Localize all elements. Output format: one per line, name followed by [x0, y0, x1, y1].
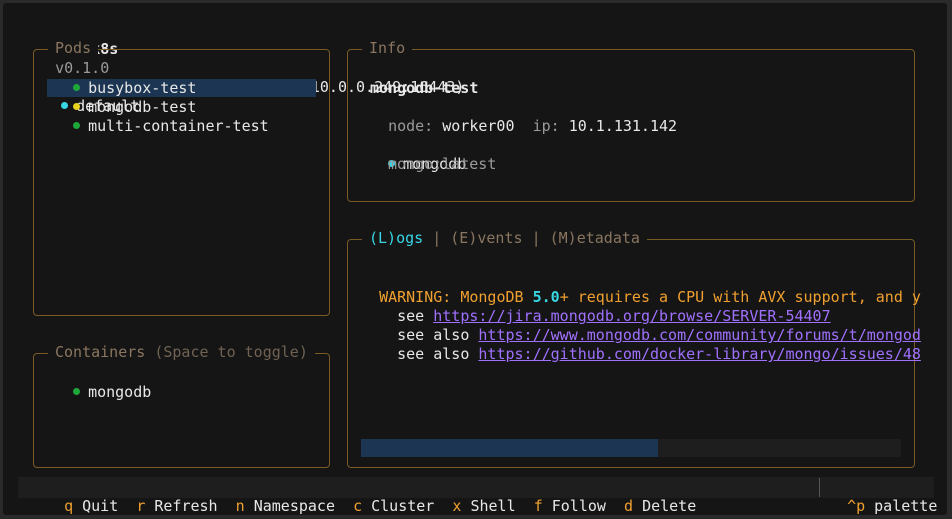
- shortcut-delete[interactable]: d Delete: [624, 497, 696, 515]
- pods-panel-title: Pods: [48, 39, 99, 58]
- shortcut-quit[interactable]: q Quit: [64, 497, 118, 515]
- shortcut-cluster[interactable]: c Cluster: [353, 497, 434, 515]
- shortcut-palette[interactable]: ^p palette: [829, 478, 937, 516]
- pod-name: multi-container-test: [88, 117, 269, 135]
- info-ip-value: 10.1.131.142: [568, 117, 678, 135]
- log-link-github[interactable]: https://github.com/docker-library/mongo/…: [478, 345, 921, 363]
- info-container-image: mongo:latest: [388, 155, 497, 173]
- footer-shortcuts: q Quit r Refresh n Namespace c Cluster x…: [46, 478, 696, 516]
- pod-status-running-icon: [73, 122, 81, 129]
- shortcut-namespace[interactable]: n Namespace: [236, 497, 335, 515]
- pod-item-multi-container-test[interactable]: multi-container-test: [55, 98, 269, 136]
- tab-events[interactable]: (E)vents: [450, 229, 522, 247]
- logs-scrollbar-thumb[interactable]: [361, 439, 658, 457]
- logs-tabs: (L)ogs | (E)vents | (M)etadata: [362, 229, 647, 248]
- info-pod-name: mongodb-test: [370, 79, 479, 97]
- log-see-line-3: see also https://github.com/docker-libra…: [379, 345, 921, 363]
- shortcut-shell[interactable]: x Shell: [452, 497, 515, 515]
- info-node-value: worker00: [442, 117, 515, 135]
- container-status-running-icon: [73, 388, 81, 395]
- tab-metadata[interactable]: (M)etadata: [550, 229, 640, 247]
- shortcut-follow[interactable]: f Follow: [534, 497, 606, 515]
- container-name: mongodb: [88, 383, 152, 401]
- containers-panel-title: Containers (Space to toggle): [48, 343, 315, 362]
- logs-scrollbar-track[interactable]: [361, 439, 901, 457]
- container-item-mongodb[interactable]: mongodb: [55, 364, 151, 402]
- info-panel-title: Info: [362, 39, 413, 58]
- containers-hint: (Space to toggle): [154, 343, 308, 361]
- footer-divider: [819, 478, 820, 497]
- info-node-line: node: worker00 ip: 10.1.131.142: [388, 117, 678, 135]
- tab-logs[interactable]: (L)ogs: [369, 229, 423, 247]
- shortcut-refresh[interactable]: r Refresh: [136, 497, 217, 515]
